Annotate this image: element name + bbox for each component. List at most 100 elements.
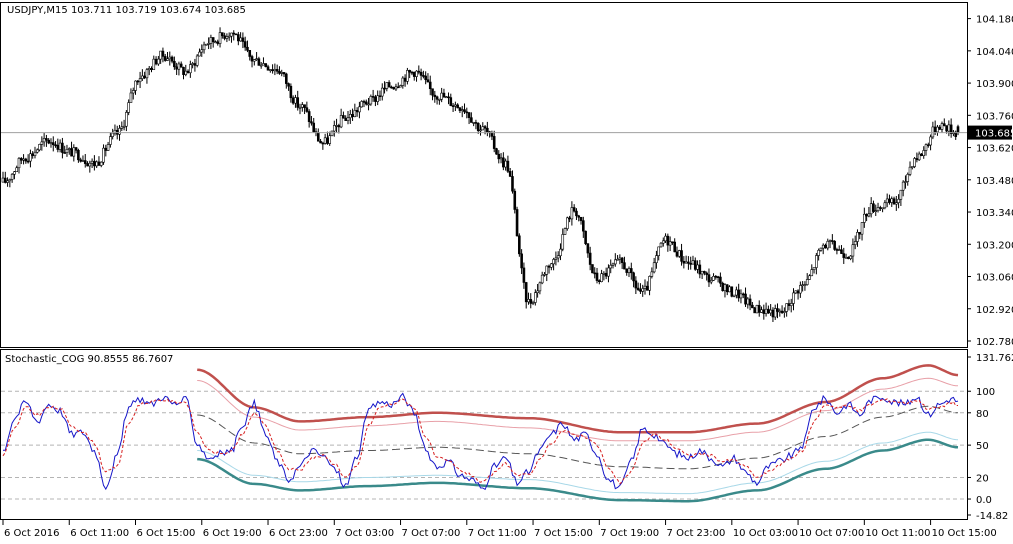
candle-body xyxy=(899,189,903,200)
candle-body xyxy=(305,107,309,112)
candle-body xyxy=(931,126,935,138)
candle-body xyxy=(652,262,656,273)
candle-body xyxy=(847,257,850,259)
candle-body xyxy=(666,235,670,246)
candle-body xyxy=(1,177,5,183)
time-axis-label: 7 Oct 23:00 xyxy=(667,528,726,539)
candle-body xyxy=(296,97,300,108)
candle-body xyxy=(406,70,409,82)
candle-body xyxy=(312,122,316,133)
candle-body xyxy=(728,286,731,293)
candle-body xyxy=(38,144,41,151)
candle-body xyxy=(675,251,679,257)
candle-body xyxy=(924,144,928,151)
candle-body xyxy=(163,56,167,61)
candle-body xyxy=(42,138,46,143)
candle-body xyxy=(392,87,395,90)
candle-body xyxy=(703,270,706,274)
candle-body xyxy=(863,213,866,223)
candle-body xyxy=(801,284,804,286)
candle-body xyxy=(696,264,699,270)
price-axis-label: 103.340 xyxy=(976,208,1013,219)
candle-body xyxy=(157,58,160,65)
candle-body xyxy=(138,78,142,83)
candle-body xyxy=(316,132,320,142)
candle-body xyxy=(271,69,274,72)
candle-body xyxy=(499,157,503,160)
candle-body xyxy=(803,284,807,286)
candle-body xyxy=(74,147,78,151)
candle-body xyxy=(195,55,199,66)
candle-body xyxy=(554,257,558,260)
candle-body xyxy=(680,250,683,262)
candle-body xyxy=(668,241,672,246)
candle-body xyxy=(289,85,293,99)
candle-body xyxy=(737,289,740,299)
time-axis-label: 7 Oct 15:00 xyxy=(534,528,593,539)
candle-body xyxy=(152,58,156,70)
time-axis-label: 10 Oct 03:00 xyxy=(733,528,798,539)
candle-body xyxy=(609,264,613,269)
candle-body xyxy=(778,310,782,313)
candle-body xyxy=(810,269,814,277)
candle-body xyxy=(211,37,215,43)
candle-body xyxy=(552,259,555,265)
candle-body xyxy=(118,128,121,135)
time-axis-label: 6 Oct 2016 xyxy=(4,528,59,539)
candle-body xyxy=(321,142,325,145)
candle-body xyxy=(145,69,149,79)
candle-body xyxy=(721,282,724,292)
candle-body xyxy=(442,92,446,98)
price-axis-label: 102.780 xyxy=(976,337,1013,348)
candle-body xyxy=(307,111,311,122)
candle-body xyxy=(486,127,489,133)
candle-body xyxy=(808,275,811,280)
candle-body xyxy=(417,70,421,73)
candle-body xyxy=(767,308,770,314)
candle-body xyxy=(895,202,898,205)
candle-body xyxy=(769,309,772,314)
candle-body xyxy=(643,285,647,289)
candle-body xyxy=(253,59,256,62)
candle-body xyxy=(753,307,756,314)
candle-body xyxy=(248,50,252,57)
time-axis-label: 6 Oct 15:00 xyxy=(137,528,196,539)
candle-body xyxy=(556,255,560,259)
candle-body xyxy=(120,126,124,129)
candle-body xyxy=(561,234,565,250)
candle-body xyxy=(22,158,25,161)
candle-body xyxy=(264,63,268,68)
candle-body xyxy=(214,41,217,44)
candle-body xyxy=(319,140,322,144)
candle-body xyxy=(200,49,204,53)
candle-body xyxy=(490,132,494,137)
candle-body xyxy=(56,144,60,150)
candle-body xyxy=(431,88,434,96)
candle-body xyxy=(547,265,551,268)
trading-chart[interactable]: 104.180 104.040 103.900 103.760 103.620 103.4… xyxy=(0,0,1013,544)
candle-body xyxy=(639,289,642,292)
candle-body xyxy=(479,129,482,132)
candle-body xyxy=(339,115,343,128)
candle-body xyxy=(29,153,32,162)
candle-body xyxy=(566,217,569,229)
candle-body xyxy=(166,58,169,61)
candle-body xyxy=(613,259,617,265)
candle-body xyxy=(577,215,581,218)
candle-body xyxy=(209,37,213,44)
candle-body xyxy=(335,125,338,127)
candle-body xyxy=(26,160,30,163)
candle-body xyxy=(367,103,370,106)
chart-background xyxy=(0,0,1013,544)
candle-body xyxy=(106,144,110,151)
candle-body xyxy=(607,267,610,277)
price-chart-title: USDJPY,M15 103.711 103.719 103.674 103.6… xyxy=(7,5,246,16)
candle-body xyxy=(266,66,270,71)
candle-body xyxy=(83,160,87,164)
candle-body xyxy=(10,173,14,180)
candle-body xyxy=(677,250,681,257)
candle-body xyxy=(764,308,768,314)
candle-body xyxy=(86,163,89,167)
candle-body xyxy=(780,310,784,313)
candle-body xyxy=(408,70,411,73)
